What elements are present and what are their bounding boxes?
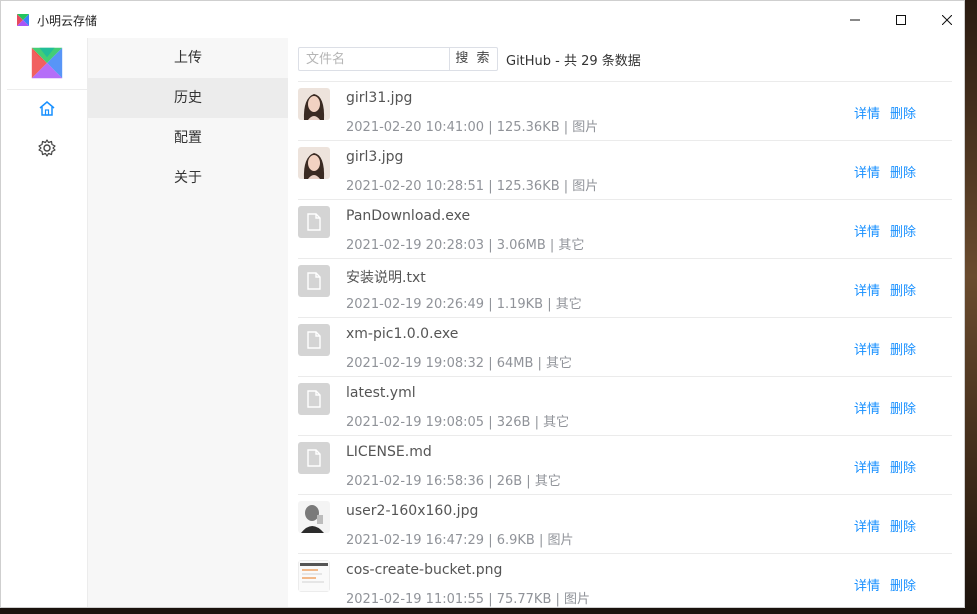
detail-link[interactable]: 详情 xyxy=(854,162,880,181)
file-meta: 2021-02-20 10:28:51 | 125.36KB | 图片 xyxy=(346,179,599,194)
file-name: LICENSE.md xyxy=(346,444,432,460)
menu-item-about[interactable]: 关于 xyxy=(88,158,288,198)
file-thumbnail xyxy=(298,324,330,356)
file-name: cos-create-bucket.png xyxy=(346,562,503,578)
detail-link[interactable]: 详情 xyxy=(854,339,880,358)
document-icon xyxy=(307,390,321,408)
menu-item-config[interactable]: 配置 xyxy=(88,118,288,158)
window-title: 小明云存储 xyxy=(37,14,98,28)
file-meta: 2021-02-19 16:58:36 | 26B | 其它 xyxy=(346,474,561,489)
delete-link[interactable]: 删除 xyxy=(890,103,916,122)
file-row: xm-pic1.0.0.exe 2021-02-19 19:08:32 | 64M… xyxy=(298,317,952,376)
file-meta: 2021-02-19 19:08:32 | 64MB | 其它 xyxy=(346,356,573,371)
app-window: 小明云存储 上传 历史 配置 关于 文件名 搜 索 GitHub - 共 29 … xyxy=(0,0,965,608)
image-thumbnail xyxy=(298,501,330,533)
detail-link[interactable]: 详情 xyxy=(854,575,880,594)
file-meta: 2021-02-19 20:28:03 | 3.06MB | 其它 xyxy=(346,238,585,253)
file-name: xm-pic1.0.0.exe xyxy=(346,326,459,342)
file-meta: 2021-02-19 19:08:05 | 326B | 其它 xyxy=(346,415,570,430)
file-row: 安装说明.txt 2021-02-19 20:26:49 | 1.19KB | 其… xyxy=(298,258,952,317)
document-icon xyxy=(307,449,321,467)
result-summary: GitHub - 共 29 条数据 xyxy=(506,54,641,69)
side-menu: 上传 历史 配置 关于 xyxy=(88,38,288,607)
close-button[interactable] xyxy=(924,1,964,38)
detail-link[interactable]: 详情 xyxy=(854,103,880,122)
delete-link[interactable]: 删除 xyxy=(890,339,916,358)
delete-link[interactable]: 删除 xyxy=(890,516,916,535)
filename-search-input[interactable] xyxy=(298,47,450,71)
file-row: latest.yml 2021-02-19 19:08:05 | 326B | 其… xyxy=(298,376,952,435)
history-panel: 搜 索 GitHub - 共 29 条数据 girl31.jpg 2021-02-… xyxy=(288,38,964,607)
file-name: girl31.jpg xyxy=(346,90,413,106)
file-row: user2-160x160.jpg 2021-02-19 16:47:29 | 6… xyxy=(298,494,952,553)
app-logo-icon xyxy=(17,14,29,26)
menu-item-upload[interactable]: 上传 xyxy=(88,38,288,78)
file-thumbnail xyxy=(298,383,330,415)
close-icon xyxy=(942,14,952,25)
file-name: PanDownload.exe xyxy=(346,208,471,224)
detail-link[interactable]: 详情 xyxy=(854,398,880,417)
file-meta: 2021-02-19 20:26:49 | 1.19KB | 其它 xyxy=(346,297,582,312)
file-thumbnail xyxy=(298,206,330,238)
desktop-background xyxy=(965,0,977,614)
file-thumbnail xyxy=(298,265,330,297)
delete-link[interactable]: 删除 xyxy=(890,398,916,417)
file-name: user2-160x160.jpg xyxy=(346,503,479,519)
detail-link[interactable]: 详情 xyxy=(854,457,880,476)
maximize-icon xyxy=(896,14,906,25)
image-thumbnail xyxy=(298,560,330,592)
document-icon xyxy=(307,272,321,290)
brand-logo-icon xyxy=(31,47,63,79)
settings-gear-icon[interactable] xyxy=(37,138,57,158)
document-icon xyxy=(307,213,321,231)
file-row: LICENSE.md 2021-02-19 16:58:36 | 26B | 其它… xyxy=(298,435,952,494)
image-thumbnail xyxy=(298,147,330,179)
search-button[interactable]: 搜 索 xyxy=(449,47,498,71)
file-meta: 2021-02-19 16:47:29 | 6.9KB | 图片 xyxy=(346,533,574,548)
icon-rail xyxy=(7,38,88,607)
detail-link[interactable]: 详情 xyxy=(854,221,880,240)
detail-link[interactable]: 详情 xyxy=(854,516,880,535)
delete-link[interactable]: 删除 xyxy=(890,162,916,181)
file-list: girl31.jpg 2021-02-20 10:41:00 | 125.36KB… xyxy=(298,81,952,607)
file-meta: 2021-02-20 10:41:00 | 125.36KB | 图片 xyxy=(346,120,599,135)
delete-link[interactable]: 删除 xyxy=(890,457,916,476)
detail-link[interactable]: 详情 xyxy=(854,280,880,299)
document-icon xyxy=(307,331,321,349)
minimize-button[interactable] xyxy=(832,1,878,38)
image-thumbnail xyxy=(298,88,330,120)
file-name: latest.yml xyxy=(346,385,416,401)
delete-link[interactable]: 删除 xyxy=(890,280,916,299)
title-bar[interactable]: 小明云存储 xyxy=(1,1,964,38)
file-name: 安装说明.txt xyxy=(346,270,426,286)
rail-divider xyxy=(7,89,87,90)
delete-link[interactable]: 删除 xyxy=(890,221,916,240)
file-row: cos-create-bucket.png 2021-02-19 11:01:55… xyxy=(298,553,952,607)
file-row: girl3.jpg 2021-02-20 10:28:51 | 125.36KB … xyxy=(298,140,952,199)
home-icon[interactable] xyxy=(37,99,57,119)
maximize-button[interactable] xyxy=(878,1,924,38)
file-meta: 2021-02-19 11:01:55 | 75.77KB | 图片 xyxy=(346,592,591,607)
file-name: girl3.jpg xyxy=(346,149,404,165)
menu-item-history[interactable]: 历史 xyxy=(88,78,288,118)
file-row: girl31.jpg 2021-02-20 10:41:00 | 125.36KB… xyxy=(298,81,952,140)
file-thumbnail xyxy=(298,442,330,474)
file-row: PanDownload.exe 2021-02-19 20:28:03 | 3.0… xyxy=(298,199,952,258)
minimize-icon xyxy=(850,19,860,20)
delete-link[interactable]: 删除 xyxy=(890,575,916,594)
